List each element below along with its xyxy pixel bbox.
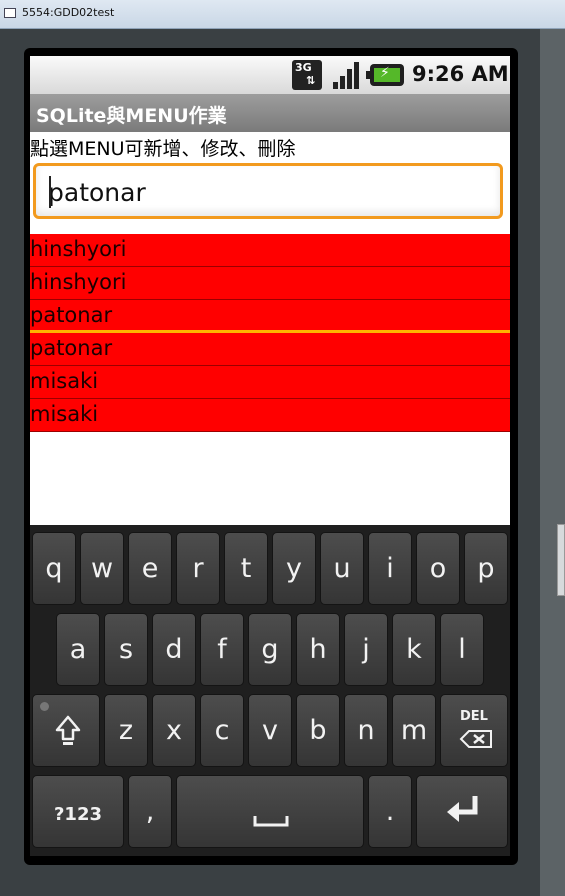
- key-z[interactable]: z: [104, 694, 148, 767]
- shift-lock-indicator: [40, 702, 49, 711]
- emulator-side-panel: [540, 29, 565, 896]
- key-d[interactable]: d: [152, 613, 196, 686]
- emulator-window-titlebar: 5554:GDD02test: [0, 0, 565, 29]
- device-screen: 3G ⇅ ⚡ 9:26 AM SQLite與MENU作業 點選MENU可新增、修…: [30, 56, 510, 856]
- key-c[interactable]: c: [200, 694, 244, 767]
- app-title: SQLite與MENU作業: [36, 105, 227, 127]
- signal-strength-icon: [333, 62, 359, 89]
- enter-arrow-icon: [447, 796, 478, 822]
- key-b[interactable]: b: [296, 694, 340, 767]
- record-list[interactable]: hinshyori hinshyori patonar patonar misa…: [30, 234, 510, 432]
- key-x[interactable]: x: [152, 694, 196, 767]
- key-g[interactable]: g: [248, 613, 292, 686]
- key-m[interactable]: m: [392, 694, 436, 767]
- key-o[interactable]: o: [416, 532, 460, 605]
- key-f[interactable]: f: [200, 613, 244, 686]
- battery-charging-icon: ⚡: [366, 64, 404, 86]
- list-item[interactable]: patonar: [30, 333, 510, 366]
- key-q[interactable]: q: [32, 532, 76, 605]
- shift-key[interactable]: [32, 694, 100, 767]
- key-e[interactable]: e: [128, 532, 172, 605]
- backspace-icon: [459, 730, 492, 748]
- key-v[interactable]: v: [248, 694, 292, 767]
- window-title: 5554:GDD02test: [22, 6, 115, 19]
- shift-arrow-icon: [55, 715, 81, 745]
- key-j[interactable]: j: [344, 613, 388, 686]
- list-item[interactable]: patonar: [30, 300, 510, 333]
- key-s[interactable]: s: [104, 613, 148, 686]
- network-3g-icon: 3G ⇅: [292, 60, 322, 90]
- delete-key[interactable]: DEL: [440, 694, 508, 767]
- key-a[interactable]: a: [56, 613, 100, 686]
- list-item[interactable]: misaki: [30, 366, 510, 399]
- key-r[interactable]: r: [176, 532, 220, 605]
- list-item[interactable]: hinshyori: [30, 267, 510, 300]
- key-y[interactable]: y: [272, 532, 316, 605]
- status-bar: 3G ⇅ ⚡ 9:26 AM: [30, 56, 510, 94]
- key-l[interactable]: l: [440, 613, 484, 686]
- comma-key[interactable]: ,: [128, 775, 172, 848]
- text-cursor: [49, 176, 51, 208]
- status-time: 9:26 AM: [412, 62, 509, 86]
- key-n[interactable]: n: [344, 694, 388, 767]
- list-item[interactable]: misaki: [30, 399, 510, 432]
- key-p[interactable]: p: [464, 532, 508, 605]
- symbols-key[interactable]: ?123: [32, 775, 124, 848]
- key-u[interactable]: u: [320, 532, 364, 605]
- window-app-icon: [4, 8, 16, 18]
- key-h[interactable]: h: [296, 613, 340, 686]
- period-key[interactable]: .: [368, 775, 412, 848]
- key-t[interactable]: t: [224, 532, 268, 605]
- name-input[interactable]: [48, 174, 488, 210]
- list-item[interactable]: hinshyori: [30, 234, 510, 267]
- name-input-container[interactable]: [33, 163, 503, 219]
- delete-key-label: DEL: [460, 709, 488, 724]
- key-k[interactable]: k: [392, 613, 436, 686]
- side-panel-handle[interactable]: [557, 524, 565, 596]
- space-key[interactable]: [176, 775, 364, 848]
- space-bar-icon: [253, 816, 289, 827]
- key-i[interactable]: i: [368, 532, 412, 605]
- key-w[interactable]: w: [80, 532, 124, 605]
- enter-key[interactable]: [416, 775, 508, 848]
- soft-keyboard: q w e r t y u i o p a s d f g h j k l z …: [30, 525, 510, 856]
- app-titlebar: SQLite與MENU作業: [30, 94, 510, 132]
- instruction-text: 點選MENU可新增、修改、刪除: [30, 138, 296, 160]
